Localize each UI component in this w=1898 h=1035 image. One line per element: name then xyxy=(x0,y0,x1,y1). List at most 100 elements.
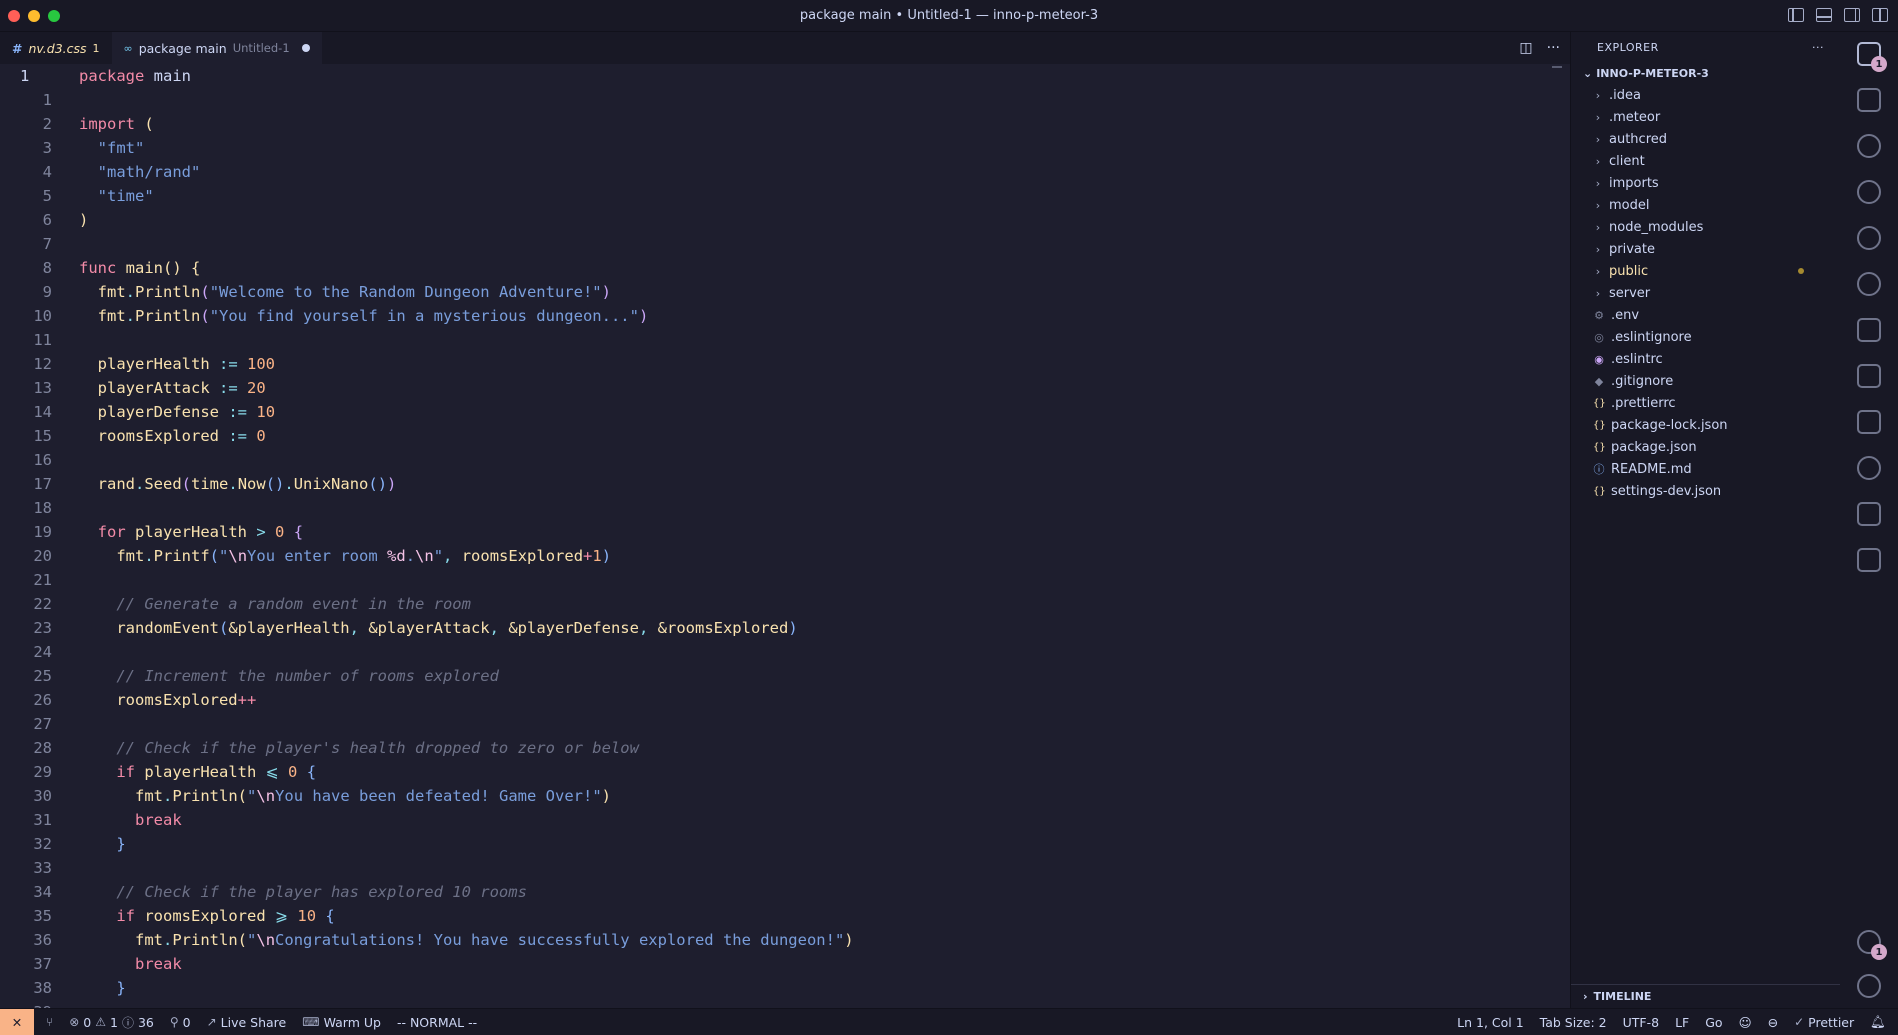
file-item[interactable]: ⓘ README.md xyxy=(1571,458,1840,480)
folder-item[interactable]: › public xyxy=(1571,260,1840,282)
code-line[interactable]: 6) xyxy=(0,208,1570,232)
code-line[interactable]: 33 xyxy=(0,856,1570,880)
code-line[interactable]: 10 fmt.Println("You find yourself in a m… xyxy=(0,304,1570,328)
workspace-root-folder[interactable]: ⌄ INNO-P-METEOR-3 xyxy=(1571,62,1840,84)
code-line[interactable]: 18 xyxy=(0,496,1570,520)
code-line[interactable]: 13 playerAttack := 20 xyxy=(0,376,1570,400)
code-line[interactable]: 7 xyxy=(0,232,1570,256)
code-line[interactable]: 26 roomsExplored++ xyxy=(0,688,1570,712)
file-item[interactable]: {} .prettierrc xyxy=(1571,392,1840,414)
language-mode[interactable]: Go xyxy=(1705,1015,1722,1030)
ports-status[interactable]: ⚲ 0 xyxy=(170,1015,191,1030)
file-item[interactable]: {} package-lock.json xyxy=(1571,414,1840,436)
code-line[interactable]: 30 fmt.Println("\nYou have been defeated… xyxy=(0,784,1570,808)
code-line[interactable]: 34 // Check if the player has explored 1… xyxy=(0,880,1570,904)
code-line[interactable]: 16 xyxy=(0,448,1570,472)
toggle-panel-icon[interactable] xyxy=(1816,8,1832,22)
code-line[interactable]: 25 // Increment the number of rooms expl… xyxy=(0,664,1570,688)
extensions-icon[interactable] xyxy=(1857,502,1881,526)
minimap-slider[interactable] xyxy=(1552,66,1562,68)
code-line[interactable]: 4 "math/rand" xyxy=(0,160,1570,184)
code-line[interactable]: 8 func main() { xyxy=(0,256,1570,280)
code-line[interactable]: 9 fmt.Println("Welcome to the Random Dun… xyxy=(0,280,1570,304)
file-item[interactable]: ◆ .gitignore xyxy=(1571,370,1840,392)
code-line[interactable]: 29 if playerHealth ⩽ 0 { xyxy=(0,760,1570,784)
maximize-window-button[interactable] xyxy=(48,10,60,22)
copilot-icon[interactable]: ☺ xyxy=(1739,1015,1752,1030)
browser-preview-icon[interactable] xyxy=(1857,318,1881,342)
file-item[interactable]: ◎ .eslintignore xyxy=(1571,326,1840,348)
folder-item[interactable]: › client xyxy=(1571,150,1840,172)
close-window-button[interactable] xyxy=(8,10,20,22)
code-line[interactable]: 17 rand.Seed(time.Now().UnixNano()) xyxy=(0,472,1570,496)
code-line[interactable]: 36 fmt.Println("\nCongratulations! You h… xyxy=(0,928,1570,952)
live-share-icon[interactable] xyxy=(1857,456,1881,480)
eol-status[interactable]: LF xyxy=(1675,1015,1689,1030)
indentation-status[interactable]: Tab Size: 2 xyxy=(1540,1015,1607,1030)
notifications-bell-icon[interactable]: 🔔︎ xyxy=(1870,1014,1886,1030)
folder-item[interactable]: › .idea xyxy=(1571,84,1840,106)
timeline-section[interactable]: › TIMELINE xyxy=(1571,984,1840,1008)
code-line[interactable]: 39 xyxy=(0,1000,1570,1008)
code-line[interactable]: 22 // Generate a random event in the roo… xyxy=(0,592,1570,616)
file-item[interactable]: {} package.json xyxy=(1571,436,1840,458)
code-line[interactable]: 27 xyxy=(0,712,1570,736)
folder-item[interactable]: › .meteor xyxy=(1571,106,1840,128)
prettier-status[interactable]: ✓ Prettier xyxy=(1794,1015,1854,1030)
folder-item[interactable]: › imports xyxy=(1571,172,1840,194)
folder-item[interactable]: › private xyxy=(1571,238,1840,260)
gitlens-icon[interactable] xyxy=(1857,272,1881,296)
sync-icon[interactable]: ⊖ xyxy=(1768,1015,1778,1030)
code-line[interactable]: 38 } xyxy=(0,976,1570,1000)
code-line[interactable]: 23 randomEvent(&playerHealth, &playerAtt… xyxy=(0,616,1570,640)
code-line[interactable]: 32 } xyxy=(0,832,1570,856)
run-debug-icon[interactable] xyxy=(1857,88,1881,112)
file-item[interactable]: ⚙ .env xyxy=(1571,304,1840,326)
git-graph-icon[interactable] xyxy=(1857,226,1881,250)
code-line[interactable]: 24 xyxy=(0,640,1570,664)
more-actions-icon[interactable]: ··· xyxy=(1547,40,1560,56)
code-line[interactable]: 1 package main xyxy=(0,64,1570,88)
code-editor[interactable]: 1 package main 1 2 import ( 3 "fmt" 4 "mat… xyxy=(0,64,1570,1008)
split-editor-icon[interactable]: ◫ xyxy=(1519,40,1532,56)
branch-status[interactable]: ⑂ xyxy=(46,1015,53,1029)
customize-layout-icon[interactable] xyxy=(1872,8,1888,22)
more-actions-icon[interactable]: ··· xyxy=(1812,41,1824,54)
tab-package-main[interactable]: ∞ package main Untitled-1 xyxy=(111,32,322,64)
code-line[interactable]: 12 playerHealth := 100 xyxy=(0,352,1570,376)
code-line[interactable]: 19 for playerHealth > 0 { xyxy=(0,520,1570,544)
cursor-position[interactable]: Ln 1, Col 1 xyxy=(1457,1015,1524,1030)
folder-item[interactable]: › node_modules xyxy=(1571,216,1840,238)
file-item[interactable]: ◉ .eslintrc xyxy=(1571,348,1840,370)
code-line[interactable]: 14 playerDefense := 10 xyxy=(0,400,1570,424)
code-line[interactable]: 11 xyxy=(0,328,1570,352)
problems-status[interactable]: ⊗ 0 ⚠ 1 ⓘ 36 xyxy=(69,1014,154,1031)
toggle-secondary-sidebar-icon[interactable] xyxy=(1844,8,1860,22)
remote-indicator[interactable]: ✕ xyxy=(0,1008,34,1035)
live-share-status[interactable]: ↗ Live Share xyxy=(207,1015,287,1030)
code-line[interactable]: 35 if roomsExplored ⩾ 10 { xyxy=(0,904,1570,928)
file-item[interactable]: {} settings-dev.json xyxy=(1571,480,1840,502)
testing-icon[interactable] xyxy=(1857,410,1881,434)
code-line[interactable]: 31 break xyxy=(0,808,1570,832)
warm-up-status[interactable]: ⌨ Warm Up xyxy=(302,1015,381,1030)
code-line[interactable]: 1 xyxy=(0,88,1570,112)
explorer-icon[interactable]: 1 xyxy=(1857,42,1887,72)
source-control-icon[interactable] xyxy=(1857,134,1881,158)
encoding-status[interactable]: UTF-8 xyxy=(1623,1015,1659,1030)
accounts-icon[interactable]: 1 xyxy=(1857,930,1887,960)
minimize-window-button[interactable] xyxy=(28,10,40,22)
code-line[interactable]: 5 "time" xyxy=(0,184,1570,208)
folder-item[interactable]: › server xyxy=(1571,282,1840,304)
code-line[interactable]: 20 fmt.Printf("\nYou enter room %d.\n", … xyxy=(0,544,1570,568)
folder-item[interactable]: › authcred xyxy=(1571,128,1840,150)
settings-gear-icon[interactable] xyxy=(1857,974,1881,998)
search-icon[interactable] xyxy=(1857,180,1881,204)
code-line[interactable]: 15 roomsExplored := 0 xyxy=(0,424,1570,448)
code-line[interactable]: 21 xyxy=(0,568,1570,592)
tab-nv-d3-css[interactable]: # nv.d3.css 1 xyxy=(0,32,112,64)
docker-icon[interactable] xyxy=(1857,548,1881,572)
code-line[interactable]: 37 break xyxy=(0,952,1570,976)
folder-item[interactable]: › model xyxy=(1571,194,1840,216)
unsaved-dot-icon[interactable] xyxy=(301,44,310,52)
